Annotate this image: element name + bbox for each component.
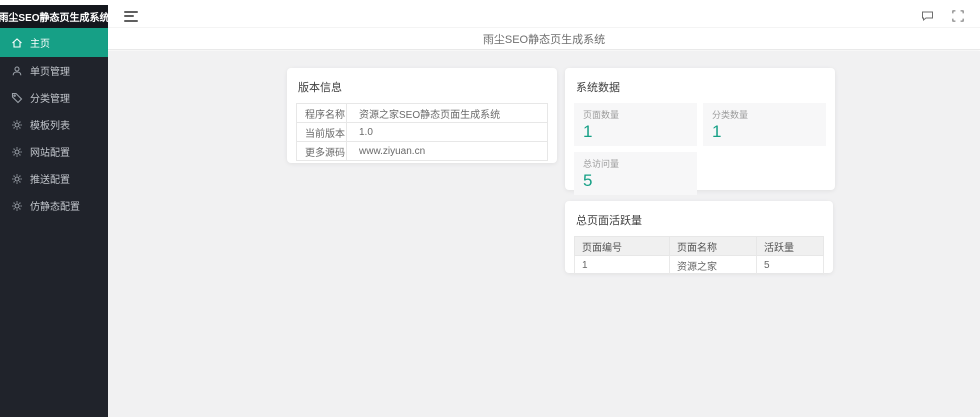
card-title: 总页面活跃量 <box>576 212 824 228</box>
gear-icon <box>11 119 23 131</box>
stat-label: 页面数量 <box>583 108 688 121</box>
breadcrumb: 雨尘SEO静态页生成系统 <box>483 31 605 47</box>
home-icon <box>11 37 23 49</box>
sidebar-item-single-page[interactable]: 单页管理 <box>0 57 108 84</box>
sidebar-item-label: 推送配置 <box>30 171 70 186</box>
sidebar: 雨尘SEO静态页生成系统 主页 单页管理 分类管理 <box>0 5 108 417</box>
sidebar-item-label: 分类管理 <box>30 90 70 105</box>
sidebar-item-label: 单页管理 <box>30 63 70 78</box>
message-icon[interactable] <box>921 10 934 22</box>
top-header-bar <box>108 5 980 28</box>
version-row-label: 当前版本 <box>297 123 347 142</box>
version-row-value: www.ziyuan.cn <box>347 142 548 161</box>
app-title: 雨尘SEO静态页生成系统 <box>0 5 108 28</box>
sidebar-item-label: 仿静态配置 <box>30 198 80 213</box>
version-row-value: 资源之家SEO静态页面生成系统 <box>347 104 548 123</box>
content-area: 版本信息 程序名称 资源之家SEO静态页面生成系统 当前版本 1.0 更多源码 <box>108 51 980 417</box>
sidebar-item-category[interactable]: 分类管理 <box>0 84 108 111</box>
card-title: 版本信息 <box>298 79 548 95</box>
sidebar-item-label: 主页 <box>30 35 50 50</box>
gear-icon <box>11 200 23 212</box>
table-row: 1 资源之家 5 <box>575 256 824 275</box>
sidebar-item-home[interactable]: 主页 <box>0 28 108 57</box>
stat-tile-visits: 总访问量 5 <box>574 152 697 195</box>
cell-page-name: 资源之家 <box>670 256 757 275</box>
version-row-label: 更多源码 <box>297 142 347 161</box>
column-header: 页面编号 <box>575 237 670 256</box>
page-activity-card: 总页面活跃量 页面编号 页面名称 活跃量 1 资源之家 5 <box>565 201 833 273</box>
main-area: 雨尘SEO静态页生成系统 版本信息 程序名称 资源之家SEO静态页面生成系统 当… <box>108 5 980 417</box>
table-header-row: 页面编号 页面名称 活跃量 <box>575 237 824 256</box>
sidebar-item-push-config[interactable]: 推送配置 <box>0 165 108 192</box>
sidebar-item-templates[interactable]: 模板列表 <box>0 111 108 138</box>
stat-tile-categories: 分类数量 1 <box>703 103 826 146</box>
cell-page-id: 1 <box>575 256 670 275</box>
version-row-label: 程序名称 <box>297 104 347 123</box>
breadcrumb-bar: 雨尘SEO静态页生成系统 <box>108 28 980 50</box>
tag-icon <box>11 92 23 104</box>
cell-activity-count: 5 <box>757 256 824 275</box>
activity-table: 页面编号 页面名称 活跃量 1 资源之家 5 <box>574 236 824 275</box>
card-title: 系统数据 <box>576 79 826 95</box>
gear-icon <box>11 146 23 158</box>
sidebar-item-site-config[interactable]: 网站配置 <box>0 138 108 165</box>
version-row-value: 1.0 <box>347 123 548 142</box>
gear-icon <box>11 173 23 185</box>
column-header: 页面名称 <box>670 237 757 256</box>
stat-tile-pages: 页面数量 1 <box>574 103 697 146</box>
version-info-card: 版本信息 程序名称 资源之家SEO静态页面生成系统 当前版本 1.0 更多源码 <box>287 68 557 163</box>
column-header: 活跃量 <box>757 237 824 256</box>
stat-value: 1 <box>583 122 688 142</box>
app-window: 雨尘SEO静态页生成系统 主页 单页管理 分类管理 <box>0 5 980 417</box>
sidebar-item-label: 模板列表 <box>30 117 70 132</box>
stat-value: 5 <box>583 171 688 191</box>
table-row: 程序名称 资源之家SEO静态页面生成系统 <box>297 104 548 123</box>
user-icon <box>11 65 23 77</box>
system-data-card: 系统数据 页面数量 1 分类数量 1 总访问量 5 <box>565 68 835 190</box>
table-row: 当前版本 1.0 <box>297 123 548 142</box>
version-table: 程序名称 资源之家SEO静态页面生成系统 当前版本 1.0 更多源码 www.z… <box>296 103 548 161</box>
sidebar-item-label: 网站配置 <box>30 144 70 159</box>
fullscreen-icon[interactable] <box>952 10 964 22</box>
stat-label: 总访问量 <box>583 157 688 170</box>
sidebar-item-static-config[interactable]: 仿静态配置 <box>0 192 108 219</box>
menu-toggle-icon[interactable] <box>124 11 139 22</box>
stat-label: 分类数量 <box>712 108 817 121</box>
table-row: 更多源码 www.ziyuan.cn <box>297 142 548 161</box>
stat-value: 1 <box>712 122 817 142</box>
